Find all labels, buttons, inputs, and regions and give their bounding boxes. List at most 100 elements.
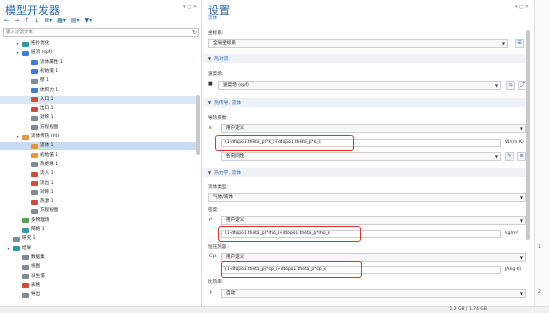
node-icon — [22, 41, 29, 47]
settings-icon[interactable]: ▼▾ — [85, 17, 93, 25]
rho-source-dropdown[interactable]: 用户定义 ▼ — [221, 216, 526, 225]
velocity-dropdown[interactable]: 速度场 (spf) ▼ — [218, 81, 501, 90]
tree-item[interactable]: 流体属性 1 — [0, 59, 196, 67]
tree-item[interactable]: 流体 1 — [0, 142, 196, 151]
tree-item[interactable]: 多物理场 — [0, 217, 196, 225]
collapse-icon[interactable]: ▤▾ — [71, 17, 80, 25]
tree-item[interactable]: 热源 1 — [0, 198, 196, 206]
gamma-symbol: γ — [209, 289, 212, 295]
tree-item[interactable]: 流入 1 — [0, 170, 196, 178]
tree-item[interactable]: ▾ 结果 — [0, 245, 196, 253]
tree-item[interactable]: 研究 1 — [0, 235, 196, 243]
filter-box[interactable]: ↻ — [3, 28, 199, 37]
tree-item[interactable]: 网格 1 — [0, 226, 196, 234]
collapse-triangle-icon: ▼ — [208, 56, 212, 61]
tree-item-label: 流体 1 — [40, 143, 54, 149]
tree-item[interactable]: 视图 — [0, 263, 196, 271]
k-source-value: 用户定义 — [226, 126, 245, 131]
node-icon — [22, 292, 29, 298]
arrow-down-icon[interactable]: ↓ — [34, 17, 39, 25]
tree-item[interactable]: 初始值 1 — [0, 152, 196, 160]
arrow-up-icon[interactable]: ↑ — [24, 17, 29, 25]
tree-item-label: 对称 1 — [40, 189, 54, 195]
coord-dropdown[interactable]: 全局坐标系 ▼ — [208, 39, 508, 48]
tree-item[interactable]: ▾ 拓扑优化 — [0, 40, 196, 48]
settings-scrollbar[interactable] — [526, 30, 530, 240]
tree-item[interactable]: 出口 1 — [0, 105, 196, 113]
tree-item-label: 层流 (spf) — [31, 50, 53, 56]
tree-item-label: 初始值 1 — [40, 152, 59, 158]
tree-item[interactable]: 初始值 1 — [0, 68, 196, 76]
chevron-down-icon[interactable]: ▾ — [15, 40, 20, 48]
fluid-type-value: 气体/液体 — [213, 195, 233, 200]
node-icon — [22, 218, 29, 224]
tree-item[interactable]: 入口 1 — [0, 95, 196, 104]
tree-scrollbar[interactable] — [196, 95, 200, 155]
tree-item[interactable]: 对称 1 — [0, 114, 196, 122]
k-edit-button[interactable]: ✎ — [505, 152, 514, 161]
coord-label: 坐标系: — [208, 31, 224, 36]
section-conduction[interactable]: ▼ 热传导, 流体 — [203, 98, 529, 107]
fluid-type-label: 流体类型: — [208, 185, 228, 190]
chevron-down-icon: ▼ — [519, 126, 523, 131]
chevron-down-icon[interactable]: ▾ — [15, 49, 20, 57]
strip-item-2[interactable]: 2 — [538, 290, 541, 295]
tree-item-label: 方程视图 — [40, 124, 59, 130]
cp-label: 恒压热容: — [208, 245, 228, 250]
chevron-down-icon[interactable]: ▾ — [15, 133, 20, 141]
cp-symbol: Cp — [209, 253, 217, 259]
section-thermo[interactable]: ▼ 热力学, 流体 — [203, 168, 529, 177]
velocity-icon: ■ — [208, 81, 213, 87]
arrow-right-icon[interactable]: → — [14, 17, 19, 25]
k-source-dropdown[interactable]: 用户定义 ▼ — [221, 124, 526, 133]
panel-menu-icons[interactable]: ▾ ◻ ✕ — [183, 4, 197, 10]
sort-icon[interactable]: ≣▾ — [44, 17, 52, 25]
tree-item-label: 热源 1 — [40, 199, 54, 205]
gamma-value: 自动 — [226, 291, 236, 296]
tree-item-label: 流出 1 — [40, 180, 54, 186]
tree-item[interactable]: 导出 — [0, 291, 196, 299]
chevron-down-icon[interactable]: ▾ — [6, 245, 11, 253]
chevron-down-icon: ▼ — [519, 255, 523, 260]
coord-button[interactable]: ⊞ — [515, 39, 524, 48]
chevron-down-icon: ▼ — [501, 41, 505, 46]
tree-item-label: 热绝缘 1 — [40, 161, 59, 167]
settings-menu-icons[interactable]: ▾ ◻ ✕ — [515, 4, 529, 10]
gamma-dropdown[interactable]: 自动 ▼ — [221, 289, 526, 298]
tree-item[interactable]: 体积力 1 — [0, 87, 196, 95]
velocity-value: 速度场 (spf) — [223, 83, 249, 88]
tree-item-label: 壁 1 — [40, 78, 49, 84]
node-icon — [31, 153, 38, 159]
tree-item[interactable]: 热绝缘 1 — [0, 161, 196, 169]
tree-item[interactable]: 表格 — [0, 282, 196, 290]
chevron-down-icon: ▼ — [519, 291, 523, 296]
tree-item[interactable]: 数据集 — [0, 254, 196, 262]
tree-item[interactable]: 方程视图 — [0, 207, 196, 215]
k-action-button[interactable]: ⊕ — [517, 152, 526, 161]
tree-item[interactable]: 对称 1 — [0, 189, 196, 197]
tree-item-label: 多物理场 — [31, 217, 50, 223]
expand-icon[interactable]: ▦▾ — [57, 17, 66, 25]
node-icon — [22, 274, 29, 279]
tree-item-label: 流入 1 — [40, 171, 54, 177]
tree-item[interactable]: 方程视图 — [0, 124, 196, 132]
filter-input[interactable] — [4, 29, 190, 36]
tree-item[interactable]: 流出 1 — [0, 180, 196, 188]
tree-item[interactable]: ▾ 流体传热 (ht) — [0, 133, 196, 141]
refresh-icon[interactable]: ↻ — [192, 29, 197, 36]
collapse-triangle-icon: ▼ — [208, 170, 212, 175]
tree-item[interactable]: 派生值 — [0, 273, 196, 281]
arrow-left-icon[interactable]: ← — [4, 17, 9, 25]
tree-item-label: 初始值 1 — [40, 68, 59, 74]
strip-item-1[interactable]: 1 — [538, 245, 541, 250]
tree-item[interactable]: ▾ 层流 (spf) — [0, 49, 196, 57]
node-icon — [31, 208, 38, 214]
section-heat-convection[interactable]: ▼ 热对流 — [203, 54, 529, 63]
k-type-dropdown[interactable]: 各向同性 ▼ — [221, 152, 501, 161]
fluid-type-dropdown[interactable]: 气体/液体 ▼ — [208, 193, 526, 202]
highlight-box-k — [215, 135, 354, 151]
tree-item[interactable]: 壁 1 — [0, 77, 196, 85]
goto-source-button[interactable]: ⇆ — [506, 81, 515, 90]
coord-value: 全局坐标系 — [213, 41, 236, 46]
tree-item-label: 入口 1 — [40, 96, 54, 102]
